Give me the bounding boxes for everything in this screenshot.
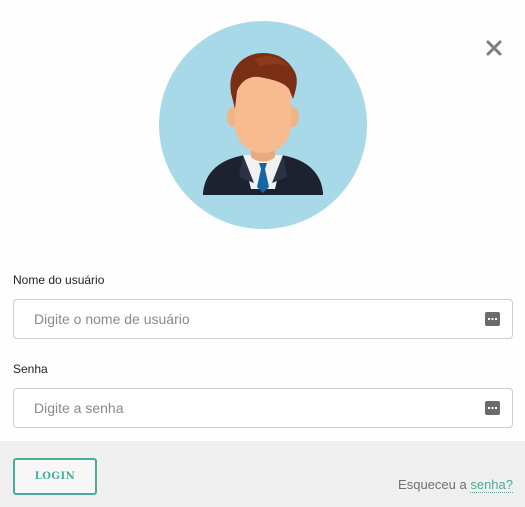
- forgot-prefix-text: Esqueceu a: [398, 477, 467, 492]
- password-field: [13, 388, 513, 428]
- keyboard-icon[interactable]: [485, 312, 500, 326]
- login-dialog: Nome do usuário Senha LOGIN Esqueceu a: [0, 0, 525, 507]
- close-icon: [486, 40, 502, 56]
- user-avatar-icon: [203, 53, 323, 195]
- login-button[interactable]: LOGIN: [13, 458, 97, 495]
- login-form: Nome do usuário Senha: [13, 272, 513, 450]
- password-input[interactable]: [14, 389, 512, 427]
- password-label: Senha: [13, 362, 48, 376]
- username-field: [13, 299, 513, 339]
- username-input[interactable]: [14, 300, 512, 338]
- dialog-footer: LOGIN Esqueceu a senha?: [0, 441, 525, 507]
- forgot-password: Esqueceu a senha?: [398, 477, 513, 493]
- user-avatar: [159, 21, 367, 229]
- forgot-password-link[interactable]: senha?: [470, 477, 513, 493]
- close-button[interactable]: [482, 36, 506, 60]
- username-label: Nome do usuário: [13, 273, 105, 287]
- keyboard-icon[interactable]: [485, 401, 500, 415]
